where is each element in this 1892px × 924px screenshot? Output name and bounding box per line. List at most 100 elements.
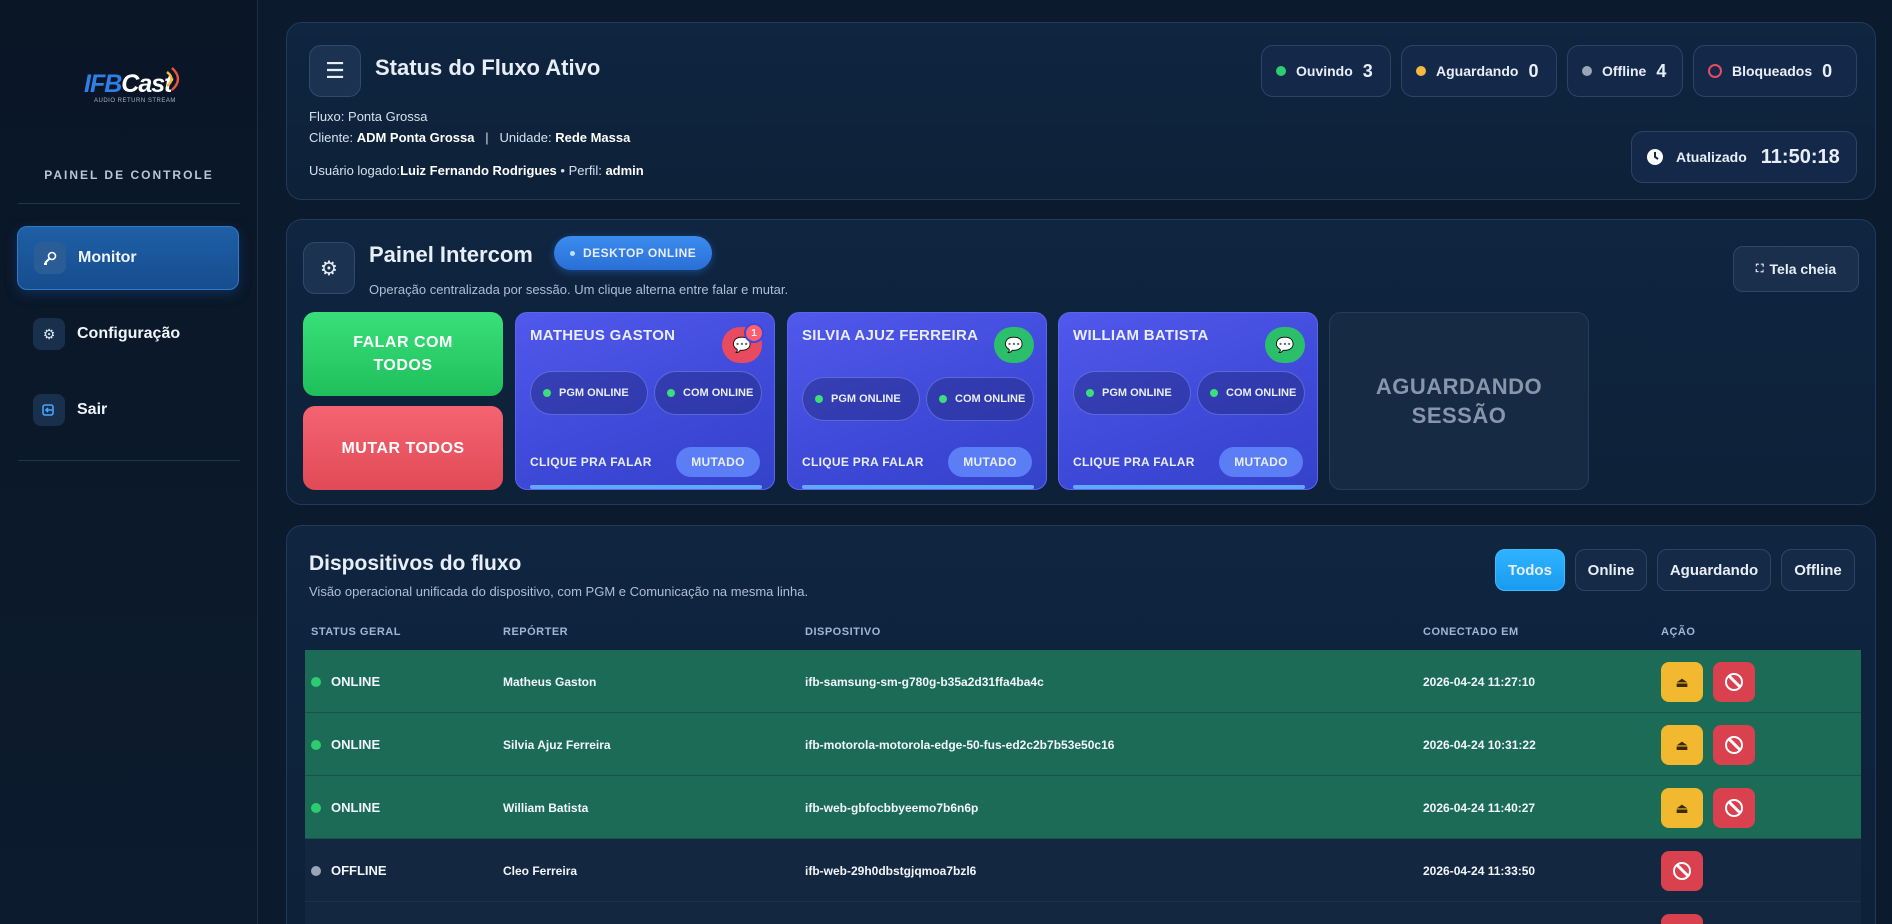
sidebar-item-configuracao[interactable]: ⚙ Configuração bbox=[17, 302, 239, 366]
com-status-pill: COM ONLINE bbox=[926, 377, 1034, 421]
devices-card: Dispositivos do fluxo Visão operacional … bbox=[286, 525, 1876, 924]
block-button[interactable] bbox=[1713, 662, 1755, 702]
expand-icon: ⛶ bbox=[1755, 262, 1764, 275]
com-status-pill: COM ONLINE bbox=[654, 371, 762, 415]
sidebar-divider bbox=[18, 203, 240, 204]
fluxo-info: Fluxo: Ponta Grossa bbox=[309, 109, 428, 124]
click-to-talk-label: CLIQUE PRA FALAR bbox=[530, 455, 652, 469]
hamburger-icon: ☰ bbox=[325, 58, 345, 83]
table-row: OFFLINE Cleo Ferreira ifb-web-29h0dbstgj… bbox=[305, 839, 1861, 902]
eject-icon: ⏏ bbox=[1675, 673, 1689, 690]
updated-time: Atualizado 11:50:18 bbox=[1631, 131, 1857, 183]
audio-level-bar bbox=[802, 485, 1034, 489]
usuario-info: Usuário logado:Luiz Fernando Rodrigues •… bbox=[309, 163, 644, 178]
clock-icon bbox=[1647, 149, 1663, 165]
col-device: DISPOSITIVO bbox=[805, 626, 881, 638]
connected-cell: 2026-04-24 11:40:27 bbox=[1423, 800, 1536, 815]
device-cell: ifb-motorola-motorola-edge-50-fus-ed2c2b… bbox=[805, 737, 1115, 752]
table-row bbox=[305, 902, 1861, 924]
sidebar-item-label: Sair bbox=[77, 401, 108, 418]
talk-all-button[interactable]: FALAR COM TODOS bbox=[303, 312, 503, 396]
logout-icon bbox=[33, 394, 65, 426]
blocked-icon bbox=[1708, 64, 1722, 78]
reporter-name: SILVIA AJUZ FERREIRA bbox=[802, 327, 979, 344]
connected-cell: 2026-04-24 10:31:22 bbox=[1423, 737, 1536, 752]
menu-button[interactable]: ☰ bbox=[309, 45, 361, 97]
table-row: ONLINE Silvia Ajuz Ferreira ifb-motorola… bbox=[305, 713, 1861, 776]
page-title: Status do Fluxo Ativo bbox=[375, 55, 601, 80]
ifbcast-logo: IFBCast AUDIO RETURN STREAM bbox=[80, 64, 200, 110]
block-icon bbox=[1725, 673, 1743, 691]
chat-button[interactable]: 💬 bbox=[994, 327, 1034, 363]
reporter-cell: William Batista bbox=[503, 800, 589, 815]
status-dot bbox=[1276, 66, 1286, 76]
table-row: ONLINE William Batista ifb-web-gbfocbbye… bbox=[305, 776, 1861, 839]
filter-online[interactable]: Online bbox=[1575, 549, 1647, 591]
online-dot bbox=[311, 802, 321, 813]
filter-todos[interactable]: Todos bbox=[1495, 549, 1565, 591]
audio-level-bar bbox=[1073, 485, 1305, 489]
sidebar-divider bbox=[18, 460, 240, 461]
sidebar: IFBCast AUDIO RETURN STREAM PAINEL DE CO… bbox=[0, 0, 258, 924]
device-cell: ifb-samsung-sm-g780g-b35a2d31ffa4ba4c bbox=[805, 674, 1044, 689]
reporter-card-william[interactable]: WILLIAM BATISTA 💬 PGM ONLINE COM ONLINE … bbox=[1058, 312, 1318, 490]
muted-button[interactable]: MUTADO bbox=[676, 447, 760, 477]
status-dot bbox=[1416, 66, 1426, 76]
eject-button[interactable]: ⏏ bbox=[1661, 725, 1703, 765]
reporter-card-matheus[interactable]: MATHEUS GASTON 💬 1 PGM ONLINE COM ONLINE… bbox=[515, 312, 775, 490]
reporter-card-silvia[interactable]: SILVIA AJUZ FERREIRA 💬 PGM ONLINE COM ON… bbox=[787, 312, 1047, 490]
devices-subtitle: Visão operacional unificada do dispositi… bbox=[309, 584, 809, 599]
desktop-online-badge: DESKTOP ONLINE bbox=[554, 236, 713, 270]
reporter-cell: Silvia Ajuz Ferreira bbox=[503, 737, 611, 752]
intercom-title: Painel Intercom bbox=[369, 242, 533, 267]
eject-button[interactable]: ⏏ bbox=[1661, 788, 1703, 828]
sidebar-item-monitor[interactable]: Monitor bbox=[17, 226, 239, 290]
block-button[interactable] bbox=[1661, 851, 1703, 891]
intercom-subtitle: Operação centralizada por sessão. Um cli… bbox=[369, 282, 789, 297]
counter-ouvindo: Ouvindo 3 bbox=[1261, 45, 1391, 97]
filter-aguardando[interactable]: Aguardando bbox=[1657, 549, 1771, 591]
muted-button[interactable]: MUTADO bbox=[1219, 447, 1303, 477]
intercom-settings-button[interactable]: ⚙ bbox=[303, 242, 355, 294]
eject-icon: ⏏ bbox=[1675, 736, 1689, 753]
unread-badge: 1 bbox=[744, 323, 764, 343]
counter-bloqueados: Bloqueados 0 bbox=[1693, 45, 1857, 97]
online-dot bbox=[311, 676, 321, 687]
counter-offline: Offline 4 bbox=[1567, 45, 1683, 97]
reporter-name: WILLIAM BATISTA bbox=[1073, 327, 1209, 344]
mute-all-button[interactable]: MUTAR TODOS bbox=[303, 406, 503, 490]
click-to-talk-label: CLIQUE PRA FALAR bbox=[802, 455, 924, 469]
satellite-icon bbox=[34, 242, 66, 274]
status-cell: OFFLINE bbox=[311, 839, 387, 902]
panel-label: PAINEL DE CONTROLE bbox=[44, 168, 214, 182]
reporter-name: MATHEUS GASTON bbox=[530, 327, 676, 344]
block-icon bbox=[1673, 862, 1691, 880]
offline-dot bbox=[311, 865, 321, 876]
block-icon bbox=[1725, 799, 1743, 817]
intercom-card: ⚙ Painel Intercom DESKTOP ONLINE Operaçã… bbox=[286, 219, 1876, 505]
status-cell: ONLINE bbox=[311, 713, 380, 776]
sidebar-item-sair[interactable]: Sair bbox=[17, 378, 239, 442]
online-dot bbox=[311, 739, 321, 750]
col-status: STATUS GERAL bbox=[311, 626, 401, 638]
gear-icon: ⚙ bbox=[33, 318, 65, 350]
chat-button[interactable]: 💬 bbox=[1265, 327, 1305, 363]
filter-offline[interactable]: Offline bbox=[1781, 549, 1855, 591]
muted-button[interactable]: MUTADO bbox=[948, 447, 1032, 477]
counter-aguardando: Aguardando 0 bbox=[1401, 45, 1557, 97]
eject-icon: ⏏ bbox=[1675, 799, 1689, 816]
com-status-pill: COM ONLINE bbox=[1197, 371, 1305, 415]
device-cell: ifb-web-gbfocbbyeemo7b6n6p bbox=[805, 800, 979, 815]
block-button[interactable] bbox=[1661, 914, 1703, 924]
fullscreen-button[interactable]: ⛶ Tela cheia bbox=[1733, 246, 1859, 292]
status-card: ☰ Status do Fluxo Ativo Fluxo: Ponta Gro… bbox=[286, 22, 1876, 200]
sidebar-item-label: Monitor bbox=[78, 249, 137, 266]
col-reporter: REPÓRTER bbox=[503, 626, 569, 638]
waiting-session-slot: AGUARDANDO SESSÃO bbox=[1329, 312, 1589, 490]
block-button[interactable] bbox=[1713, 725, 1755, 765]
status-cell: ONLINE bbox=[311, 650, 380, 713]
block-button[interactable] bbox=[1713, 788, 1755, 828]
device-cell: ifb-web-29h0dbstgjqmoa7bzl6 bbox=[805, 863, 977, 878]
eject-button[interactable]: ⏏ bbox=[1661, 662, 1703, 702]
status-cell: ONLINE bbox=[311, 776, 380, 839]
